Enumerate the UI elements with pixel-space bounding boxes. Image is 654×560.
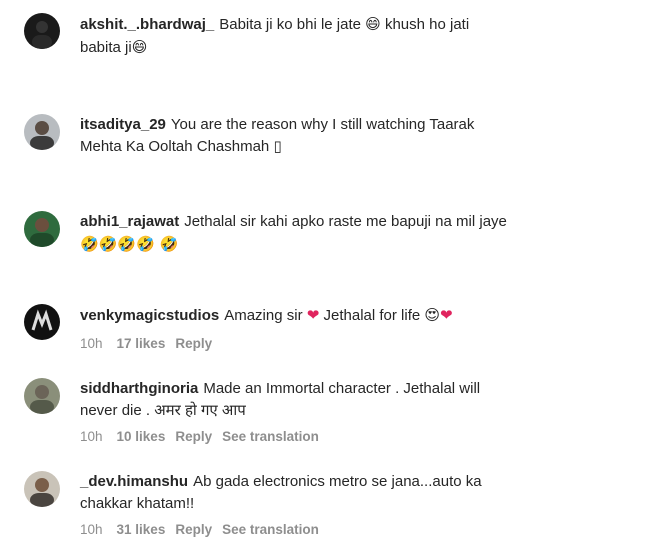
comment-text: akshit._.bhardwaj_ Babita ji ko bhi le ja… — [80, 15, 470, 56]
comment-text: itsaditya_29 You are the reason why I sti… — [80, 116, 475, 155]
see-translation-button[interactable]: See translation — [222, 429, 319, 444]
heart-icon: ❤ — [440, 306, 453, 324]
grinning-emoji-icon: 😄 — [365, 15, 381, 33]
avatar[interactable] — [24, 211, 60, 247]
likes-count[interactable]: 31 likes — [117, 522, 166, 537]
comment-username[interactable]: itsaditya_29 — [80, 116, 166, 133]
likes-count[interactable]: 10 likes — [117, 429, 166, 444]
see-translation-button[interactable]: See translation — [222, 522, 319, 537]
avatar[interactable] — [24, 13, 60, 49]
comment-meta: 10h 31 likes Reply See translation — [80, 522, 329, 537]
avatar[interactable] — [24, 378, 60, 414]
comment-text: abhi1_rajawat Jethalal sir kahi apko rast… — [80, 213, 507, 253]
reply-button[interactable]: Reply — [175, 522, 212, 537]
comment-timestamp: 10h — [80, 336, 103, 351]
comment-username[interactable]: _dev.himanshu — [80, 473, 188, 490]
reply-button[interactable]: Reply — [175, 429, 212, 444]
likes-count[interactable]: 17 likes — [117, 336, 166, 351]
comment-username[interactable]: venkymagicstudios — [80, 307, 219, 324]
avatar[interactable] — [24, 304, 60, 340]
comment-meta: 10h 10 likes Reply See translation — [80, 429, 329, 444]
comment-username[interactable]: akshit._.bhardwaj_ — [80, 16, 214, 33]
rofl-emoji-icon: 🤣🤣🤣🤣 🤣 — [80, 235, 179, 253]
comment-username[interactable]: siddharthginoria — [80, 380, 198, 397]
comment-timestamp: 10h — [80, 522, 103, 537]
comment-meta: 10h 17 likes Reply — [80, 336, 222, 351]
comment-timestamp: 10h — [80, 429, 103, 444]
grinning-emoji-icon: 😄 — [131, 38, 148, 56]
heart-eyes-emoji-icon: 😍 — [424, 306, 441, 324]
comment-text: _dev.himanshu Ab gada electronics metro s… — [80, 473, 482, 512]
comment-text: siddharthginoria Made an Immortal charact… — [80, 380, 481, 419]
reply-button[interactable]: Reply — [175, 336, 212, 351]
avatar[interactable] — [24, 471, 60, 507]
heart-icon: ❤ — [306, 306, 320, 324]
comment-text: venkymagicstudios Amazing sir ❤ Jethalal … — [80, 306, 453, 324]
comment-username[interactable]: abhi1_rajawat — [80, 213, 179, 230]
avatar[interactable] — [24, 114, 60, 150]
